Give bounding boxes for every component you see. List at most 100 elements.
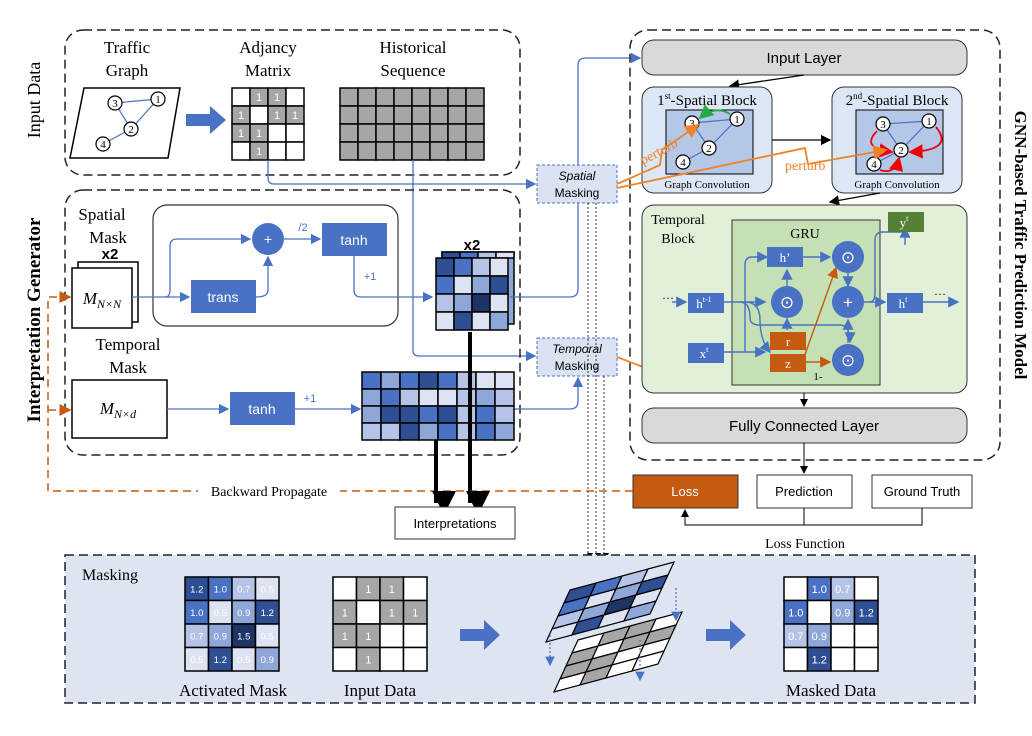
graph-node-label: 4 <box>680 157 686 169</box>
loss-label: Loss <box>671 484 699 499</box>
spatial-heat-cell-back <box>495 251 515 259</box>
temporal-heat-cell <box>418 388 439 407</box>
masked-data-cell <box>783 646 809 672</box>
spatial-heat-cell-back <box>477 251 497 259</box>
activated-mask-grid: 1.2 1.0 0.7 0.5 1.0 0.5 0.9 1.2 0.7 0.9 1.5 0.5 0.5 1… <box>184 576 280 672</box>
historical-sequence <box>339 87 485 161</box>
dots-left: ··· <box>662 291 674 305</box>
spatial-heat-cell <box>471 293 491 313</box>
graph-node-label: 4 <box>871 159 877 171</box>
spatial-mask-count: x2 <box>102 246 119 263</box>
graph-node-label: 3 <box>880 119 886 131</box>
temporal-masking-node: Temporal Masking <box>536 337 618 377</box>
temporal-heat-cell <box>475 371 496 390</box>
activated-mask-value: 1.2 <box>261 608 274 619</box>
graph-node-label: 3 <box>112 98 118 110</box>
activated-mask-value: 0.9 <box>261 655 274 666</box>
input-data-grid: 1 1 1 1 1 1 1 1 <box>332 576 428 672</box>
update-multiply-node-symbol: ⊙ <box>841 248 855 267</box>
masked-data-cell <box>853 576 879 602</box>
masked-data-value: 0.7 <box>788 631 803 643</box>
temporal-heat-cell <box>418 422 439 441</box>
graph-node-label: 1 <box>155 94 161 106</box>
temporal-heat-cell <box>437 422 458 441</box>
temporal-heat-cell <box>380 371 401 390</box>
adjacency-cell-value: 1 <box>274 92 280 104</box>
sequence-cell <box>357 87 377 107</box>
temporal-block-title: Temporal <box>651 213 705 228</box>
input-layer-label: Input Layer <box>766 50 841 67</box>
sequence-cell <box>393 141 413 161</box>
temporal-heat-cell <box>494 422 515 441</box>
input-data-cell <box>332 576 358 602</box>
sequence-cell <box>465 105 485 125</box>
temporal-masking-line1: Temporal <box>552 342 602 356</box>
spatial-heat-cell <box>453 257 473 277</box>
temporal-heat-cell <box>361 371 382 390</box>
h-prime-label: h’ <box>780 250 791 265</box>
graph-node-label: 4 <box>100 139 106 151</box>
adjacency-cell <box>267 141 287 161</box>
input-data-cell <box>379 646 405 672</box>
input-data-cell <box>402 646 428 672</box>
masked-data-label: Masked Data <box>786 681 877 700</box>
spatial-heat-cell <box>489 311 509 331</box>
spatial-heat-cell <box>471 257 491 277</box>
activated-mask-value: 0.5 <box>214 608 227 619</box>
sequence-cell <box>429 141 449 161</box>
traffic-graph-title-2: Graph <box>106 61 149 80</box>
temporal-heat-cell <box>437 388 458 407</box>
spatial-heat-cell <box>435 275 455 295</box>
graph-node-label: 2 <box>898 145 904 157</box>
spatial-heat-cell <box>435 257 455 277</box>
temporal-heat-cell <box>361 422 382 441</box>
input-data-cell <box>402 623 428 649</box>
spatial-masking-node: Spatial Masking <box>536 164 618 204</box>
adjacency-cell <box>231 87 251 107</box>
model-title: GNN-based Traffic Prediction Model <box>1011 111 1030 380</box>
reset-multiply-node-symbol: ⊙ <box>780 293 794 312</box>
temporal-heat-cell <box>361 405 382 424</box>
sequence-cell <box>447 105 467 125</box>
ground-truth-label: Ground Truth <box>884 484 961 499</box>
graph-node-label: 2 <box>706 143 712 155</box>
tanh-label-temporal: tanh <box>248 401 275 417</box>
input-data-cell <box>402 576 428 602</box>
sequence-cell <box>339 123 359 143</box>
dots-right: ··· <box>934 287 946 301</box>
sequence-cell <box>339 141 359 161</box>
adjacency-cell <box>231 141 251 161</box>
masked-data-value: 0.7 <box>835 584 850 596</box>
masked-data-grid: 1.0 0.7 1.0 0.9 1.2 0.7 0.9 1.2 <box>783 576 879 672</box>
masked-data-cell <box>783 576 809 602</box>
sequence-cell <box>375 87 395 107</box>
graph-node-label: 2 <box>128 124 134 136</box>
sequence-cell <box>447 123 467 143</box>
activated-mask-value: 0.5 <box>261 585 274 596</box>
temporal-heat-cell <box>475 405 496 424</box>
input-data-value: 1 <box>365 584 371 596</box>
temporal-heat-cell <box>418 405 439 424</box>
input-data-cell <box>379 623 405 649</box>
activated-mask-value: 0.9 <box>237 608 250 619</box>
activated-mask-value: 1.2 <box>190 585 203 596</box>
temporal-heat-cell <box>456 371 477 390</box>
temporal-heat-cell <box>399 371 420 390</box>
masked-data-cell <box>853 646 879 672</box>
adjacency-cell <box>267 123 287 143</box>
graph-convolution-2: Graph Convolution <box>854 179 940 191</box>
temporal-heat-cell <box>456 405 477 424</box>
spatial-heat-cell <box>435 293 455 313</box>
input-data-value: 1 <box>389 608 395 620</box>
temporal-heat-cell <box>456 422 477 441</box>
temporal-activated-mask <box>361 371 515 441</box>
reset-gate-label: r <box>786 334 791 349</box>
activated-mask-value: 1.5 <box>237 632 250 643</box>
input-data-value: 1 <box>365 655 371 667</box>
sequence-cell <box>357 105 377 125</box>
temporal-heat-cell <box>494 388 515 407</box>
interpretations-label: Interpretations <box>413 516 497 531</box>
prediction-label: Prediction <box>775 484 833 499</box>
masking-detail-links <box>587 203 609 559</box>
temporal-masking-line2: Masking <box>555 359 600 373</box>
